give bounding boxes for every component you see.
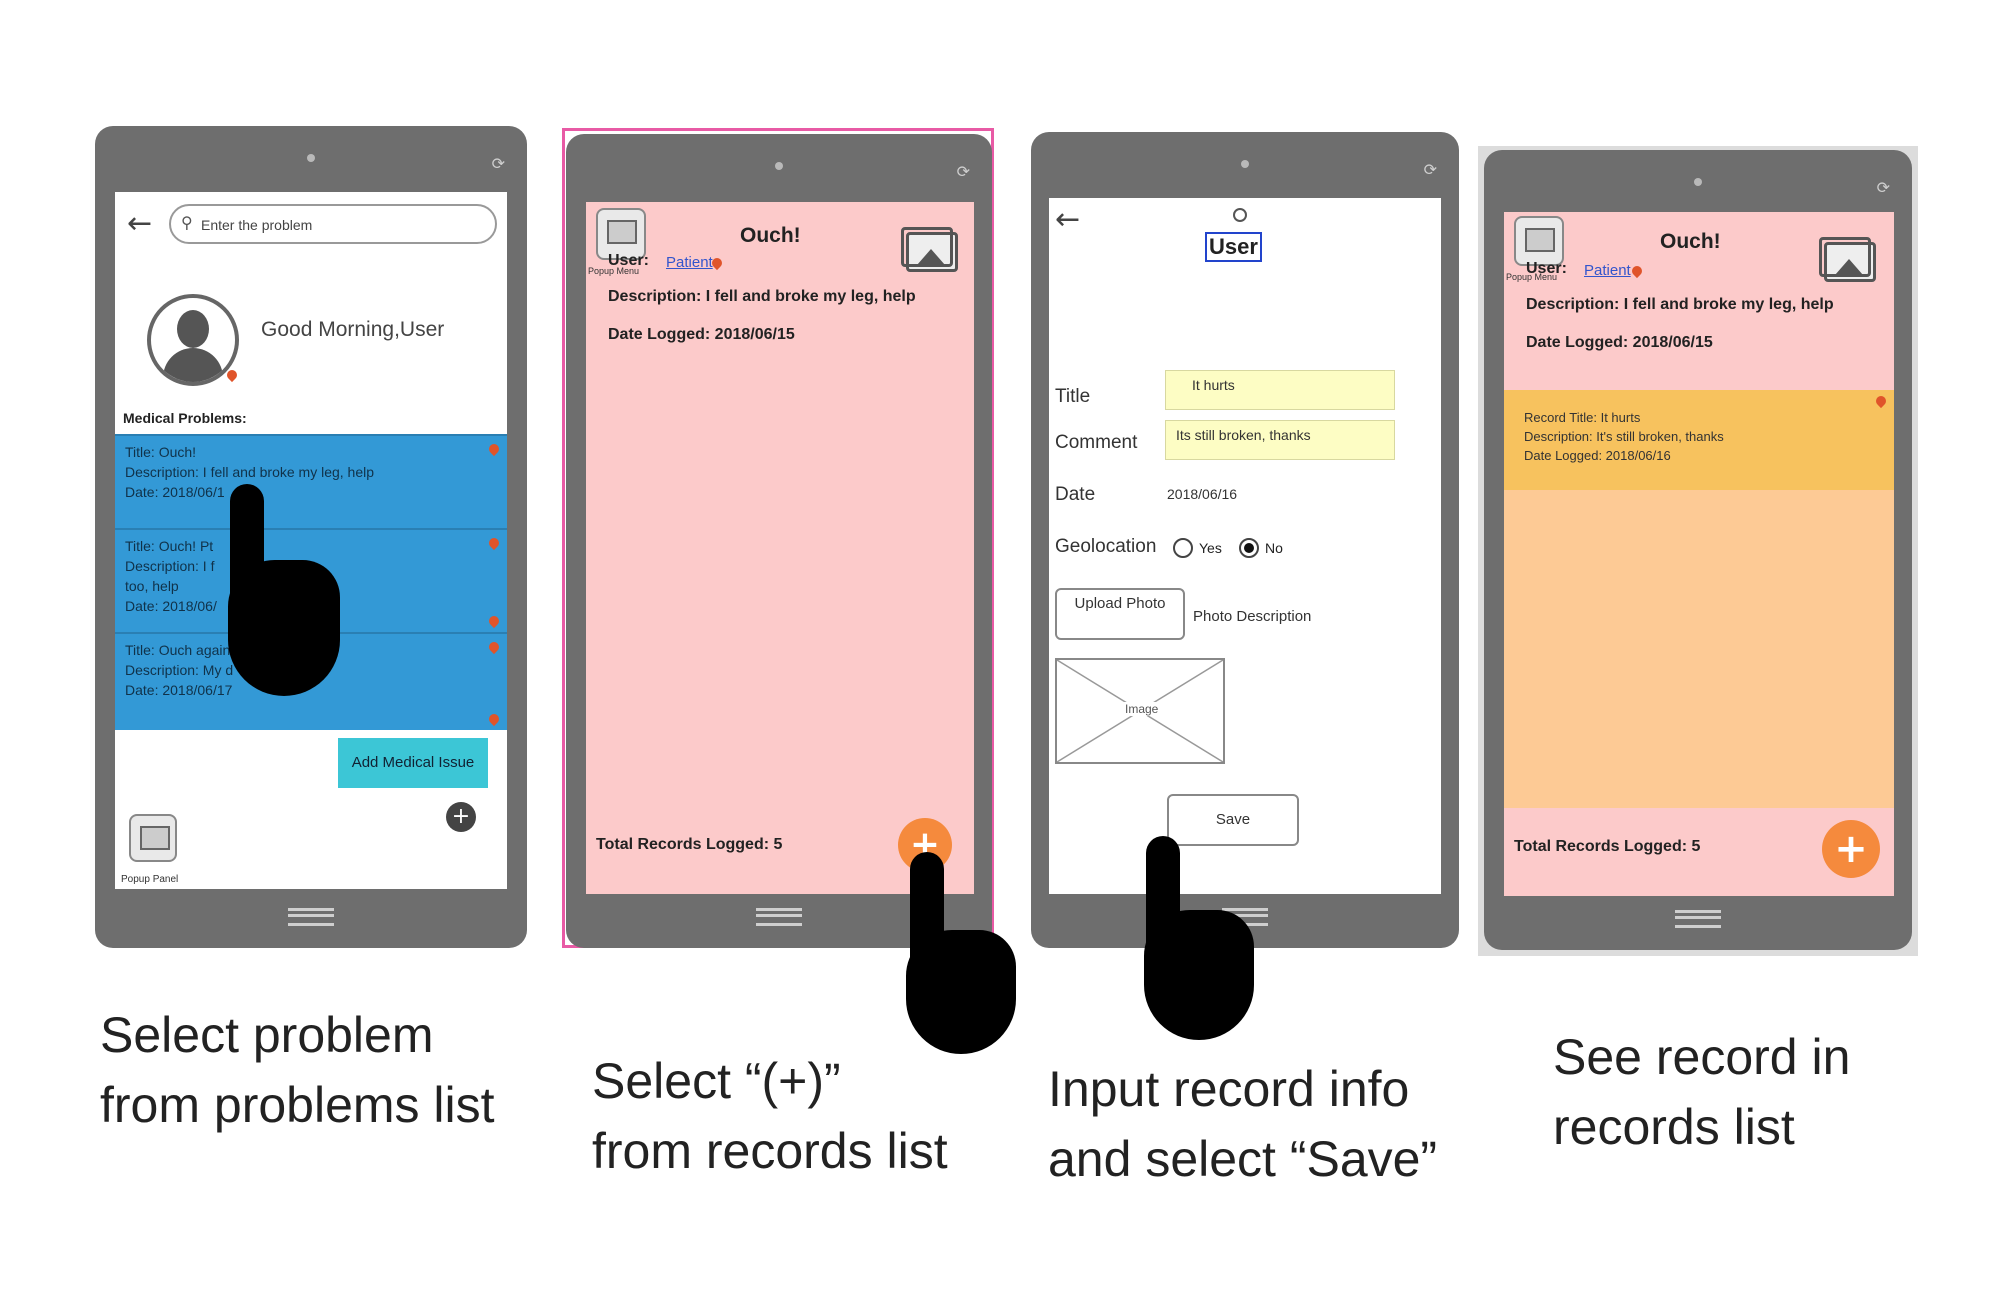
screen-records-updated: Popup Menu Ouch! User: Patient Descripti…	[1504, 212, 1894, 896]
hand-pointer-2-palm	[906, 930, 1016, 1054]
rotate-icon: ⟳	[491, 154, 505, 173]
caption-line: Select problem	[100, 1007, 434, 1063]
phone-frame-2: ⟳ Popup Menu Ouch! User: Patient Descrip…	[566, 134, 992, 948]
rotate-icon: ⟳	[1423, 160, 1437, 179]
popup-panel-label: Popup Panel	[121, 874, 179, 885]
pin-icon	[1873, 393, 1889, 409]
patient-link[interactable]: Patient	[1584, 262, 1631, 279]
patient-link[interactable]: Patient	[666, 254, 713, 271]
total-records-text: Total Records Logged: 5	[596, 836, 783, 853]
record-item-date: Date Logged: 2018/06/16	[1524, 448, 1671, 463]
problem-description: Description: I fell and broke my leg, he…	[125, 464, 375, 480]
image-placeholder: Image	[1055, 658, 1225, 764]
greeting-text: Good Morning,User	[261, 318, 445, 341]
hand-pointer-3-palm	[1144, 910, 1254, 1040]
back-arrow-icon[interactable]: ←	[1055, 202, 1080, 237]
caption-step-3: Input record info and select “Save”	[1048, 1054, 1437, 1194]
record-item-title: Record Title: It hurts	[1524, 410, 1641, 425]
avatar-icon	[147, 294, 239, 386]
home-button[interactable]	[1675, 910, 1721, 928]
screen-problems: ← ⚲ Enter the problem Good Morning,User …	[115, 192, 507, 889]
date-logged-text: Date Logged: 2018/06/15	[1526, 334, 1713, 351]
comment-input[interactable]: Its still broken, thanks	[1165, 420, 1395, 460]
caption-line: records list	[1553, 1099, 1795, 1155]
camera-dot	[307, 154, 315, 162]
record-title: Ouch!	[1660, 230, 1721, 253]
target-icon	[1233, 208, 1247, 222]
photo-description-text: Photo Description	[1193, 608, 1312, 625]
pin-icon	[1629, 263, 1645, 279]
upload-photo-button[interactable]: Upload Photo	[1055, 588, 1185, 640]
user-title: User	[1205, 232, 1262, 262]
search-placeholder: Enter the problem	[201, 217, 313, 233]
popup-menu-icon[interactable]	[1514, 216, 1564, 266]
search-bar[interactable]: ⚲ Enter the problem	[169, 204, 497, 244]
caption-step-1: Select problem from problems list	[100, 1000, 495, 1140]
date-value: 2018/06/16	[1167, 486, 1238, 502]
caption-line: Select “(+)”	[592, 1053, 841, 1109]
problem-date: Date: 2018/06/1	[125, 484, 225, 500]
pin-icon	[486, 711, 502, 727]
problem-title: Title: Ouch!	[125, 444, 197, 460]
records-list: Record Title: It hurts Description: It's…	[1504, 390, 1894, 808]
title-input[interactable]: It hurts	[1165, 370, 1395, 410]
popup-panel-icon[interactable]	[129, 814, 177, 862]
phone-frame-1: ⟳ ← ⚲ Enter the problem Good Morning,Use…	[95, 126, 527, 948]
add-record-button[interactable]: +	[1822, 820, 1880, 878]
phone-frame-3: ⟳ ← User Title It hurts Comment Its stil…	[1031, 132, 1459, 948]
problem-item-1[interactable]: Title: Ouch! Description: I fell and bro…	[115, 434, 507, 528]
user-label: User:	[608, 252, 649, 269]
caption-step-4: See record in records list	[1553, 1022, 1850, 1162]
record-title: Ouch!	[740, 224, 801, 247]
title-label: Title	[1055, 386, 1091, 407]
total-records-text: Total Records Logged: 5	[1514, 838, 1701, 855]
camera-dot	[1241, 160, 1249, 168]
caption-line: See record in	[1553, 1029, 1851, 1085]
geo-yes-radio[interactable]	[1173, 538, 1193, 558]
home-button[interactable]	[288, 908, 334, 926]
geo-yes-label: Yes	[1199, 540, 1222, 556]
comment-label: Comment	[1055, 432, 1138, 453]
problem-title: Title: Ouch! Pt	[125, 538, 214, 554]
caption-line: and select “Save”	[1048, 1131, 1438, 1187]
back-arrow-icon[interactable]: ←	[127, 206, 152, 241]
description-text: Description: I fell and broke my leg, he…	[608, 288, 916, 305]
phone-frame-4: ⟳ Popup Menu Ouch! User: Patient Descrip…	[1484, 150, 1912, 950]
add-icon[interactable]: +	[446, 802, 476, 832]
camera-dot	[1694, 178, 1702, 186]
geo-no-label: No	[1265, 540, 1283, 556]
record-item-description: Description: It's still broken, thanks	[1524, 429, 1724, 444]
gallery-icon[interactable]	[1819, 237, 1876, 282]
hand-pointer-1-palm	[228, 560, 340, 696]
date-label: Date	[1055, 484, 1096, 505]
record-item[interactable]: Record Title: It hurts Description: It's…	[1504, 390, 1894, 490]
screen-records: Popup Menu Ouch! User: Patient Descripti…	[586, 202, 974, 894]
user-label: User:	[1526, 260, 1567, 277]
save-button[interactable]: Save	[1167, 794, 1299, 846]
geo-no-radio[interactable]	[1239, 538, 1259, 558]
add-medical-issue-button[interactable]: Add Medical Issue	[338, 738, 488, 788]
caption-line: from problems list	[100, 1077, 495, 1133]
screen-new-record: ← User Title It hurts Comment Its still …	[1049, 198, 1441, 894]
pin-icon	[486, 613, 502, 629]
caption-step-2: Select “(+)” from records list	[592, 1046, 948, 1186]
section-label: Medical Problems:	[123, 410, 247, 426]
gallery-icon[interactable]	[901, 227, 958, 272]
rotate-icon: ⟳	[1876, 178, 1890, 197]
rotate-icon: ⟳	[956, 162, 970, 181]
caption-line: from records list	[592, 1123, 948, 1179]
home-button[interactable]	[756, 908, 802, 926]
description-text: Description: I fell and broke my leg, he…	[1526, 296, 1834, 313]
image-placeholder-label: Image	[1123, 702, 1161, 716]
camera-dot	[775, 162, 783, 170]
geolocation-label: Geolocation	[1055, 536, 1157, 557]
search-icon: ⚲	[181, 213, 193, 232]
caption-line: Input record info	[1048, 1061, 1410, 1117]
date-logged-text: Date Logged: 2018/06/15	[608, 326, 795, 343]
